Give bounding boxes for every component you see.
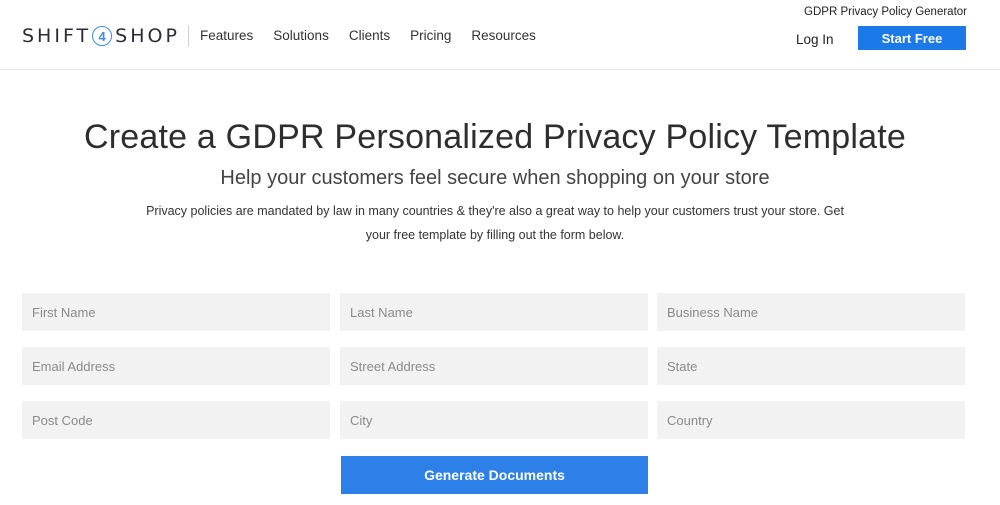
- country-field[interactable]: [657, 401, 965, 439]
- logo-4-circle-icon: 4: [92, 26, 113, 46]
- city-field[interactable]: [340, 401, 648, 439]
- state-field[interactable]: [657, 347, 965, 385]
- login-link[interactable]: Log In: [796, 32, 834, 47]
- page-subtitle: Help your customers feel secure when sho…: [220, 167, 770, 189]
- email-field[interactable]: [22, 347, 330, 385]
- nav-resources[interactable]: Resources: [471, 28, 536, 43]
- post-code-field[interactable]: [22, 401, 330, 439]
- start-free-button[interactable]: Start Free: [858, 26, 966, 50]
- nav-features[interactable]: Features: [200, 28, 253, 43]
- description-line-2: your free template by filling out the fo…: [365, 228, 625, 242]
- logo-text-middle: 4: [98, 28, 106, 44]
- business-name-field[interactable]: [657, 293, 965, 331]
- page-title: Create a GDPR Personalized Privacy Polic…: [84, 118, 906, 156]
- page-description: Privacy policies are mandated by law in …: [110, 199, 880, 247]
- last-name-field[interactable]: [340, 293, 648, 331]
- nav-clients[interactable]: Clients: [349, 28, 390, 43]
- main-nav: Features Solutions Clients Pricing Resou…: [200, 28, 556, 43]
- first-name-field[interactable]: [22, 293, 330, 331]
- gdpr-generator-link[interactable]: GDPR Privacy Policy Generator: [804, 6, 967, 18]
- shift4shop-logo[interactable]: SHIFT 4 SHOP: [22, 22, 180, 50]
- street-address-field[interactable]: [340, 347, 648, 385]
- logo-text-left: SHIFT: [22, 25, 92, 47]
- nav-solutions[interactable]: Solutions: [273, 28, 329, 43]
- logo-divider: [188, 25, 189, 47]
- generate-documents-button[interactable]: Generate Documents: [341, 456, 648, 494]
- logo-text-right: SHOP: [115, 25, 180, 47]
- description-line-1: Privacy policies are mandated by law in …: [146, 204, 844, 218]
- nav-pricing[interactable]: Pricing: [410, 28, 451, 43]
- site-header: SHIFT 4 SHOP Features Solutions Clients …: [0, 0, 1000, 70]
